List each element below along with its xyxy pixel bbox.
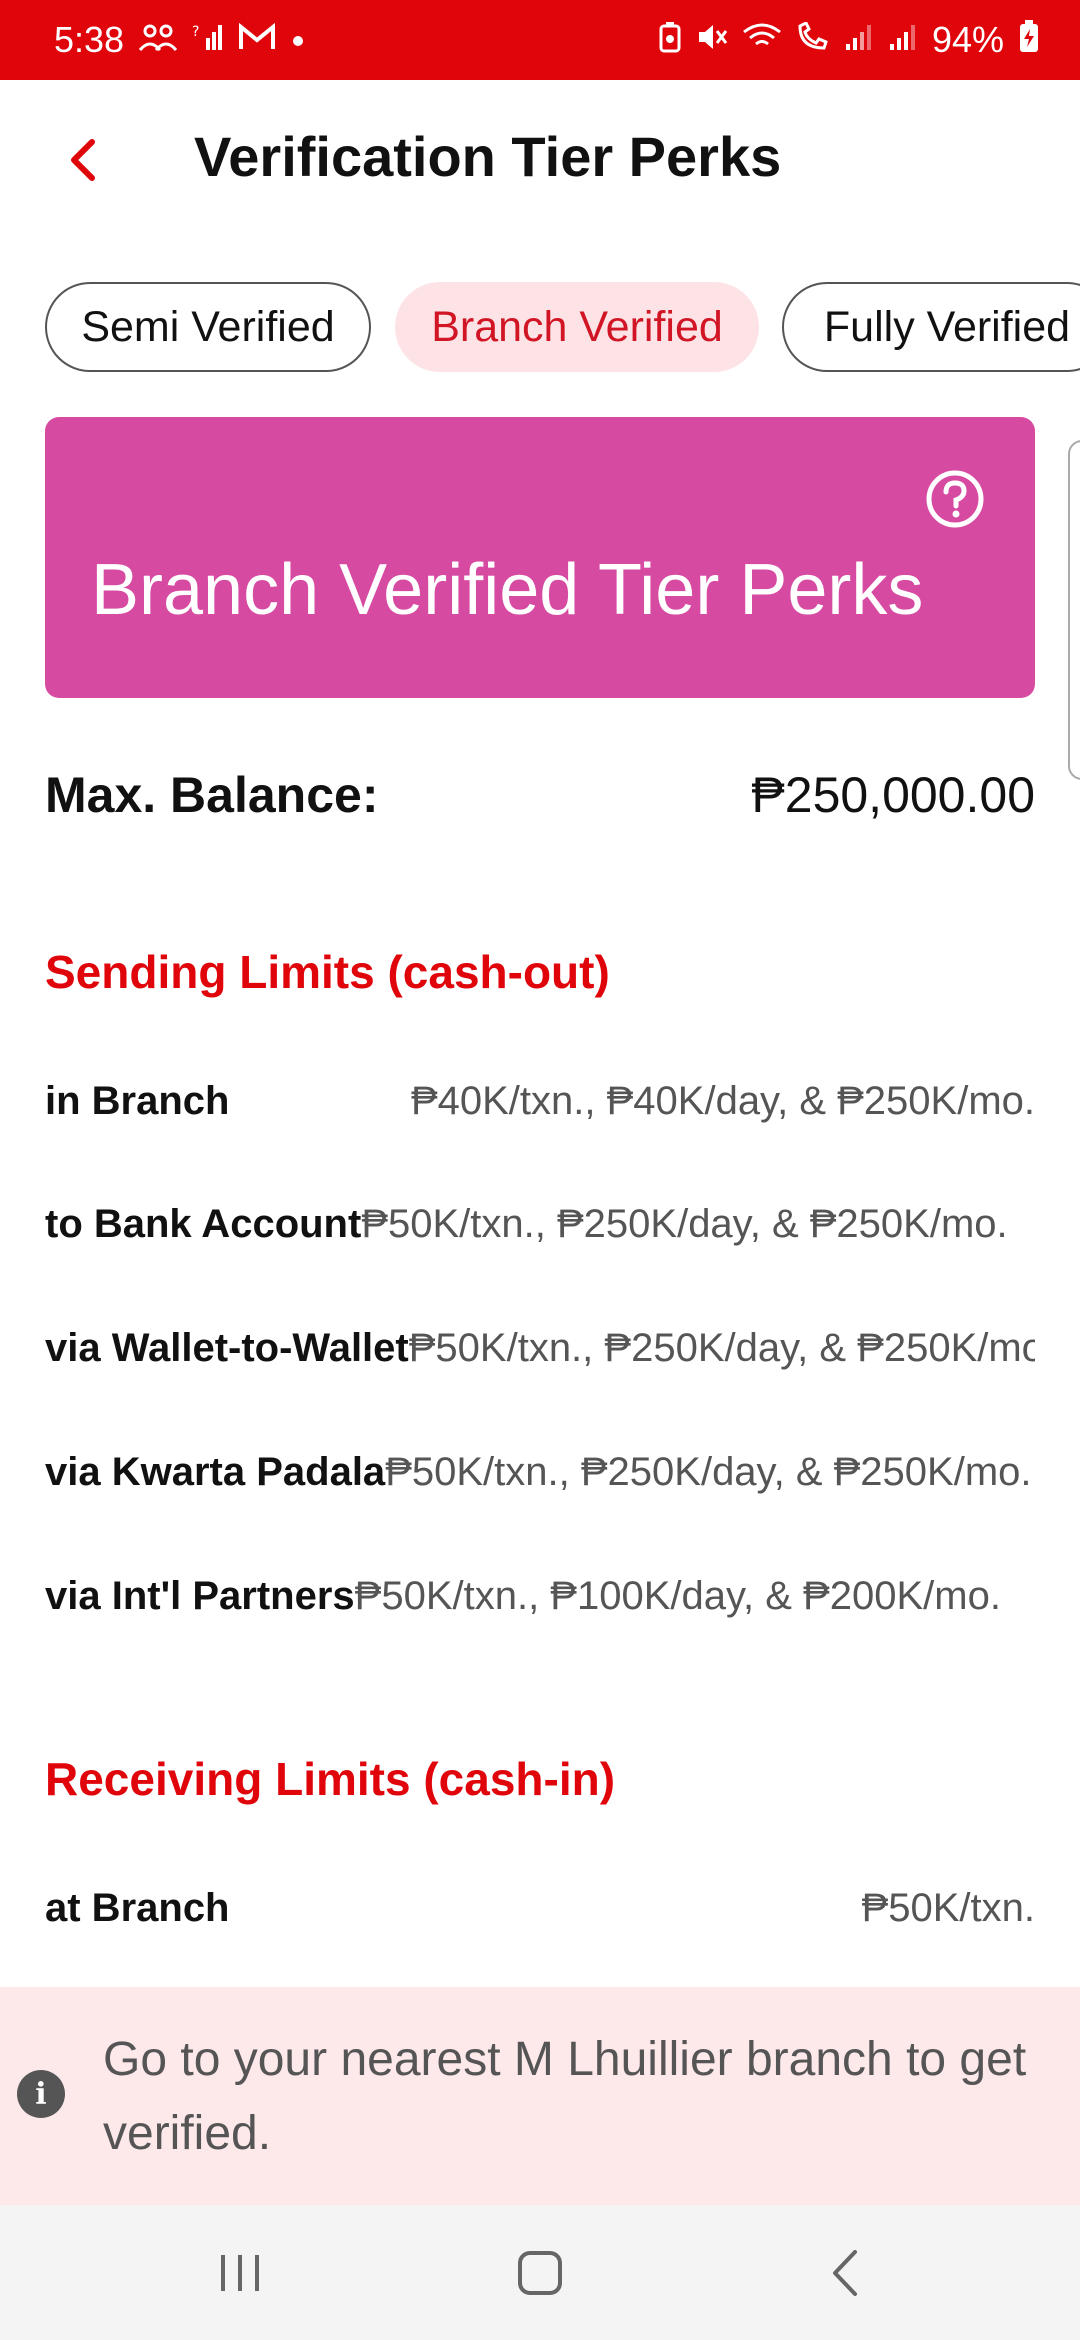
question-circle-icon[interactable] [925,469,985,529]
mute-icon [696,22,728,58]
sending-limits-title: Sending Limits (cash-out) [45,946,610,998]
group-icon [138,22,178,58]
battery-saver-icon [658,21,682,59]
recent-apps-icon [221,2255,259,2291]
page-title: Verification Tier Perks [194,125,782,188]
limit-row: to Bank Account ₱50K/txn., ₱250K/day, & … [45,1189,1035,1259]
chevron-left-icon [71,139,95,181]
limit-row: at Branch ₱50K/txn. [45,1873,1035,1943]
limit-label: via Int'l Partners [45,1573,355,1618]
scroll-handle[interactable] [1068,440,1080,780]
system-back-button[interactable] [815,2245,875,2301]
info-icon: i [17,2070,65,2118]
max-balance-label: Max. Balance: [45,767,379,823]
call-icon [796,20,830,58]
limit-value: ₱50K/txn., ₱250K/day, & ₱250K/mo. [361,1201,1008,1246]
back-arrow-icon [833,2250,857,2296]
limit-value: ₱50K/txn., ₱250K/day, & ₱250K/mo. [408,1325,1035,1370]
limit-label: at Branch [45,1885,230,1930]
limit-label: to Bank Account [45,1201,362,1246]
recent-apps-button[interactable] [210,2245,270,2301]
limit-value: ₱50K/txn., ₱250K/day, & ₱250K/mo. [385,1449,1032,1494]
limit-value: ₱40K/txn., ₱40K/day, & ₱250K/mo. [410,1078,1035,1123]
tier-banner: Branch Verified Tier Perks [45,417,1035,698]
max-balance-row: Max. Balance: ₱250,000.00 [45,760,1035,830]
tab-semi-verified[interactable]: Semi Verified [45,282,371,372]
receiving-limits-title: Receiving Limits (cash-in) [45,1753,616,1805]
svg-text:?: ? [192,24,199,40]
limit-label: via Wallet-to-Wallet [45,1325,409,1370]
status-time: 5:38 [54,19,125,60]
limit-row: in Branch ₱40K/txn., ₱40K/day, & ₱250K/m… [45,1066,1035,1136]
limit-row: via Wallet-to-Wallet ₱50K/txn., ₱250K/da… [45,1313,1035,1383]
status-left: 5:38 ? [54,19,306,61]
battery-icon [1018,20,1040,60]
info-text: Go to your nearest M Lhuillier branch to… [103,2033,1027,2160]
battery-percentage: 94% [931,19,1004,60]
status-bar: 5:38 ? 94% [0,0,1080,80]
app-header: Verification Tier Perks [0,80,1080,240]
home-button[interactable] [510,2245,570,2301]
signal-question-icon: ? [192,22,224,58]
back-button[interactable] [58,132,108,188]
dot-icon [290,25,306,55]
gmail-icon [238,22,276,57]
max-balance-value: ₱250,000.00 [751,767,1035,823]
limit-label: in Branch [45,1078,230,1123]
status-right: 94% [658,19,1040,61]
tier-tabs: Semi Verified Branch Verified Fully Veri… [0,282,1080,374]
banner-title: Branch Verified Tier Perks [91,550,924,630]
signal-icon [844,22,874,58]
tab-branch-verified[interactable]: Branch Verified [395,282,759,372]
tab-fully-verified[interactable]: Fully Verified [782,282,1080,372]
wifi-calling-icon [742,22,782,58]
limit-row: via Kwarta Padala ₱50K/txn., ₱250K/day, … [45,1437,1035,1507]
limit-value: ₱50K/txn., ₱100K/day, & ₱200K/mo. [354,1573,1001,1618]
limit-value: ₱50K/txn. [861,1885,1035,1930]
info-banner: i Go to your nearest M Lhuillier branch … [0,1987,1080,2205]
limit-row: via Int'l Partners ₱50K/txn., ₱100K/day,… [45,1561,1035,1631]
limit-label: via Kwarta Padala [45,1449,386,1494]
system-nav-bar [0,2205,1080,2340]
home-icon [518,2251,562,2295]
signal-icon-2 [888,22,918,58]
